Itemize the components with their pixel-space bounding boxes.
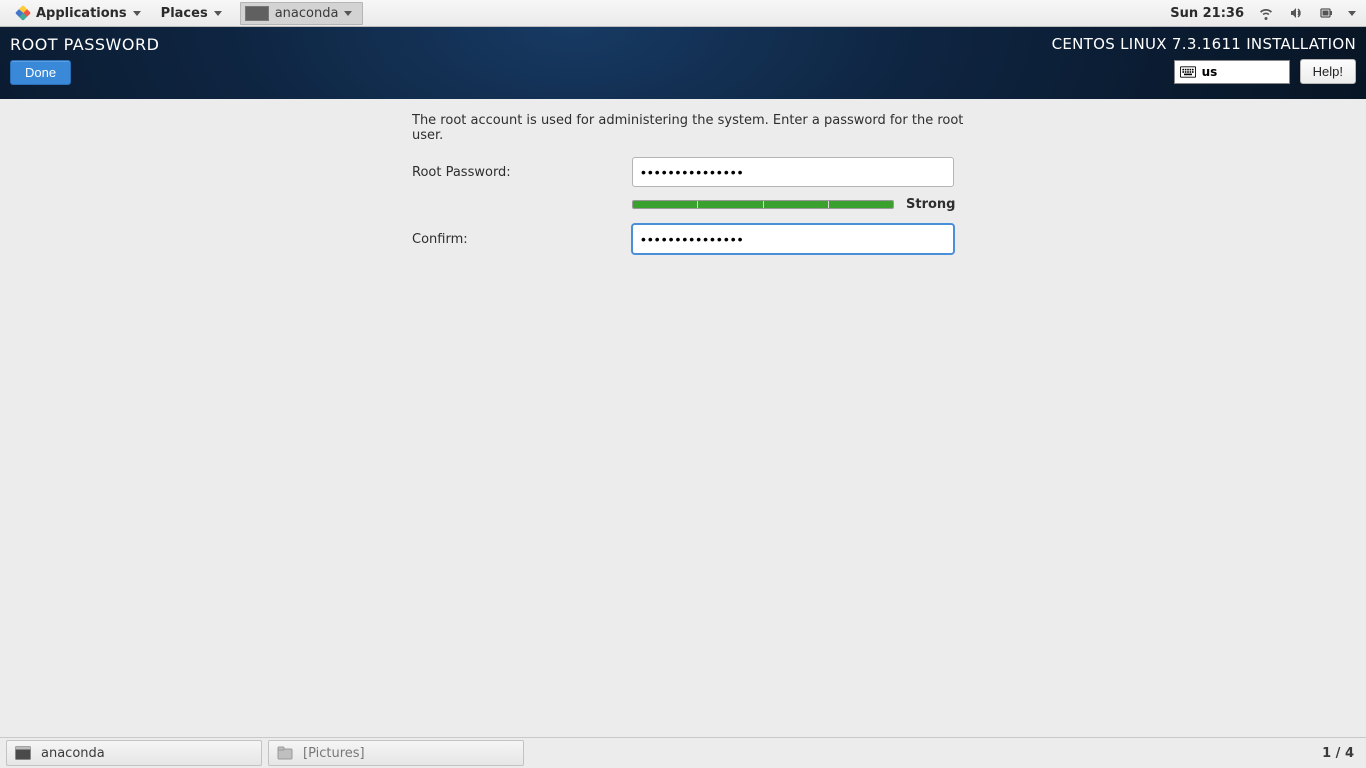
confirm-password-label: Confirm: [412, 232, 632, 247]
panel-task-label: anaconda [275, 6, 339, 21]
root-password-input[interactable] [632, 157, 954, 187]
keyboard-icon [1180, 66, 1196, 78]
keyboard-layout-indicator[interactable]: us [1174, 60, 1290, 84]
chevron-down-icon [133, 11, 141, 16]
done-button[interactable]: Done [10, 60, 71, 85]
bottom-taskbar: anaconda [Pictures] 1 / 4 [0, 737, 1366, 768]
root-password-row: Root Password: [412, 157, 972, 187]
root-password-form: The root account is used for administeri… [412, 113, 972, 254]
header-controls: us Help! [1174, 59, 1356, 84]
distro-logo-icon [15, 5, 31, 21]
password-strength-row: Strong [632, 197, 972, 212]
root-password-label: Root Password: [412, 165, 632, 180]
strength-segment [764, 201, 829, 208]
anaconda-header: ROOT PASSWORD Done CENTOS LINUX 7.3.1611… [0, 27, 1366, 99]
folder-icon [277, 746, 293, 760]
gnome-panel-left: Applications Places anaconda [6, 0, 363, 27]
taskbar-item-label: [Pictures] [303, 746, 365, 761]
taskbar-item-pictures[interactable]: [Pictures] [268, 740, 524, 766]
keyboard-layout-label: us [1202, 65, 1218, 79]
battery-icon[interactable] [1318, 5, 1334, 21]
strength-segment [633, 201, 698, 208]
install-title: CENTOS LINUX 7.3.1611 INSTALLATION [1052, 35, 1356, 53]
confirm-password-row: Confirm: [412, 224, 972, 254]
panel-clock[interactable]: Sun 21:36 [1170, 6, 1244, 21]
applications-menu[interactable]: Applications [6, 0, 151, 27]
window-thumbnail-icon [245, 6, 269, 21]
places-menu-label: Places [161, 6, 208, 21]
chevron-down-icon [214, 11, 222, 16]
page-title: ROOT PASSWORD [10, 35, 159, 54]
gnome-panel-right: Sun 21:36 [1170, 5, 1360, 21]
header-right: CENTOS LINUX 7.3.1611 INSTALLATION us He… [1052, 35, 1356, 84]
gnome-top-panel: Applications Places anaconda Sun 21:36 [0, 0, 1366, 27]
applications-menu-label: Applications [36, 6, 127, 21]
form-instruction: The root account is used for administeri… [412, 113, 972, 143]
chevron-down-icon[interactable] [1348, 11, 1356, 16]
strength-segment [698, 201, 763, 208]
workspace-indicator[interactable]: 1 / 4 [1322, 746, 1360, 761]
taskbar-item-label: anaconda [41, 746, 105, 761]
header-left: ROOT PASSWORD Done [10, 35, 159, 85]
password-strength-meter [632, 200, 894, 209]
network-wifi-icon[interactable] [1258, 5, 1274, 21]
taskbar-item-anaconda[interactable]: anaconda [6, 740, 262, 766]
password-strength-label: Strong [906, 197, 955, 212]
help-button[interactable]: Help! [1300, 59, 1356, 84]
places-menu[interactable]: Places [151, 0, 232, 27]
window-icon [15, 746, 31, 760]
content-area: The root account is used for administeri… [0, 99, 1366, 737]
strength-segment [829, 201, 893, 208]
chevron-down-icon [344, 11, 352, 16]
panel-task-anaconda[interactable]: anaconda [240, 2, 364, 25]
confirm-password-input[interactable] [632, 224, 954, 254]
volume-icon[interactable] [1288, 5, 1304, 21]
